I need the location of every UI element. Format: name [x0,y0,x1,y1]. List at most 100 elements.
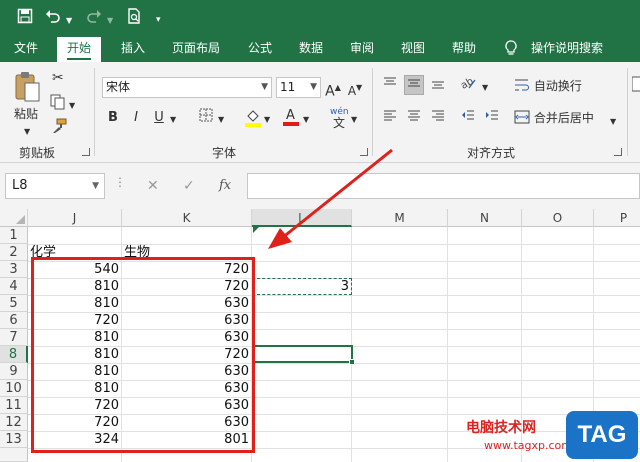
borders-dropdown-icon[interactable]: ▼ [218,112,224,128]
undo-icon[interactable] [45,8,61,30]
annotation-highlight-box [31,257,255,453]
column-header-p[interactable]: P [594,209,640,227]
merge-dropdown-icon[interactable]: ▼ [610,114,616,130]
fill-color-dropdown-icon[interactable]: ▼ [264,112,270,128]
watermark-tag: TAG [566,411,638,459]
tab-formulas[interactable]: 公式 [248,40,272,56]
column-header-n[interactable]: N [448,209,522,227]
font-name-value: 宋体 [106,80,131,94]
orientation-icon[interactable]: ab [458,76,478,96]
font-color-icon[interactable]: A [281,106,301,126]
copy-dropdown-icon[interactable]: ▼ [69,98,75,114]
row-header[interactable]: 10 [0,380,28,397]
cancel-icon[interactable]: ✕ [147,178,159,194]
row-header[interactable]: 5 [0,295,28,312]
save-icon[interactable] [17,8,33,30]
paste-dropdown-icon[interactable]: ▼ [24,124,30,140]
column-header-j[interactable]: J [28,209,122,227]
tab-page-layout[interactable]: 页面布局 [172,40,220,56]
formula-input[interactable] [247,173,640,199]
tab-help[interactable]: 帮助 [452,40,476,56]
bold-button[interactable]: B [103,108,123,128]
align-bottom-icon[interactable] [428,76,448,96]
watermark-url: www.tagxp.com [484,439,572,452]
font-name-box[interactable]: 宋体 ▼ [102,77,272,98]
italic-button[interactable]: I [126,108,146,128]
row-header[interactable]: 9 [0,363,28,380]
column-header-k[interactable]: K [122,209,252,227]
row-header[interactable]: 6 [0,312,28,329]
row-header-partial[interactable] [0,448,28,462]
insert-function-icon[interactable]: fx [219,178,231,193]
wrap-text-button[interactable]: 自动换行 [514,78,582,94]
tab-active-indicator [67,58,92,60]
paste-icon[interactable] [14,70,42,108]
tab-data[interactable]: 数据 [299,40,323,56]
row-header[interactable]: 2 [0,244,28,261]
row-header[interactable]: 12 [0,414,28,431]
row-header[interactable]: 8 [0,346,28,363]
clipboard-launcher-icon[interactable] [82,148,90,156]
enter-icon[interactable]: ✓ [183,178,195,194]
merge-center-button[interactable]: 合并后居中 [514,110,594,126]
tell-me-search[interactable]: 操作说明搜索 [531,40,603,56]
select-all-corner[interactable] [0,209,28,227]
underline-button[interactable]: U [149,108,169,128]
name-box[interactable]: L8 ▼ [5,173,105,199]
increase-font-icon[interactable]: A▲ [323,78,343,100]
row-header[interactable]: 4 [0,278,28,295]
row-header[interactable]: 11 [0,397,28,414]
wrap-text-label: 自动换行 [533,79,582,93]
decrease-indent-icon[interactable] [458,108,478,128]
borders-icon[interactable] [196,108,216,128]
number-format-icon[interactable] [631,76,640,96]
customize-qat-icon[interactable]: ▾ [156,11,161,29]
formula-bar: L8 ▼ ⋮ ✕ ✓ fx [0,163,640,209]
phonetic-dropdown-icon[interactable]: ▼ [351,112,357,128]
increase-indent-icon[interactable] [482,108,502,128]
align-middle-icon[interactable] [404,75,424,95]
error-indicator [253,227,259,233]
paste-button[interactable]: 粘贴 [14,106,38,122]
undo-dropdown-icon[interactable]: ▼ [66,12,72,30]
align-right-icon[interactable] [428,108,448,128]
align-top-icon[interactable] [380,76,400,96]
ribbon-tabs: 文件 开始 插入 页面布局 公式 数据 审阅 视图 帮助 操作说明搜索 [0,34,640,62]
tab-home[interactable]: 开始 [57,37,102,62]
redo-icon[interactable] [86,8,102,30]
row-header[interactable]: 3 [0,261,28,278]
tab-review[interactable]: 审阅 [350,40,374,56]
formula-bar-splitter-icon[interactable]: ⋮ [114,175,126,189]
tab-view[interactable]: 视图 [401,40,425,56]
active-cell-l8[interactable] [252,345,353,363]
orientation-dropdown-icon[interactable]: ▼ [482,80,488,96]
row-header[interactable]: 7 [0,329,28,346]
format-painter-icon[interactable] [51,118,67,138]
column-header-l[interactable]: L [252,209,352,227]
align-center-icon[interactable] [404,108,424,128]
phonetic-guide-icon[interactable]: 文 [333,115,345,131]
tab-insert[interactable]: 插入 [121,40,145,56]
row-header[interactable]: 13 [0,431,28,448]
column-header-o[interactable]: O [522,209,594,227]
alignment-launcher-icon[interactable] [614,148,622,156]
row-header[interactable]: 1 [0,227,28,244]
watermark: 电脑技术网 www.tagxp.com TAG [466,409,640,462]
column-header-m[interactable]: M [352,209,448,227]
cut-icon[interactable]: ✂ [52,70,64,86]
redo-dropdown-icon[interactable]: ▼ [107,12,113,30]
fill-color-icon[interactable] [243,107,263,127]
group-divider [372,68,373,156]
tab-file[interactable]: 文件 [14,40,38,56]
font-size-box[interactable]: 11 ▼ [276,77,321,98]
font-color-dropdown-icon[interactable]: ▼ [303,112,309,128]
font-launcher-icon[interactable] [360,148,368,156]
decrease-font-icon[interactable]: A▼ [345,78,365,98]
print-preview-icon[interactable] [126,8,142,30]
merge-center-label: 合并后居中 [533,111,594,125]
copy-icon[interactable] [50,94,66,114]
align-left-icon[interactable] [380,108,400,128]
copy-marquee [252,278,352,295]
underline-dropdown-icon[interactable]: ▼ [170,112,176,128]
fill-handle[interactable] [349,359,355,365]
